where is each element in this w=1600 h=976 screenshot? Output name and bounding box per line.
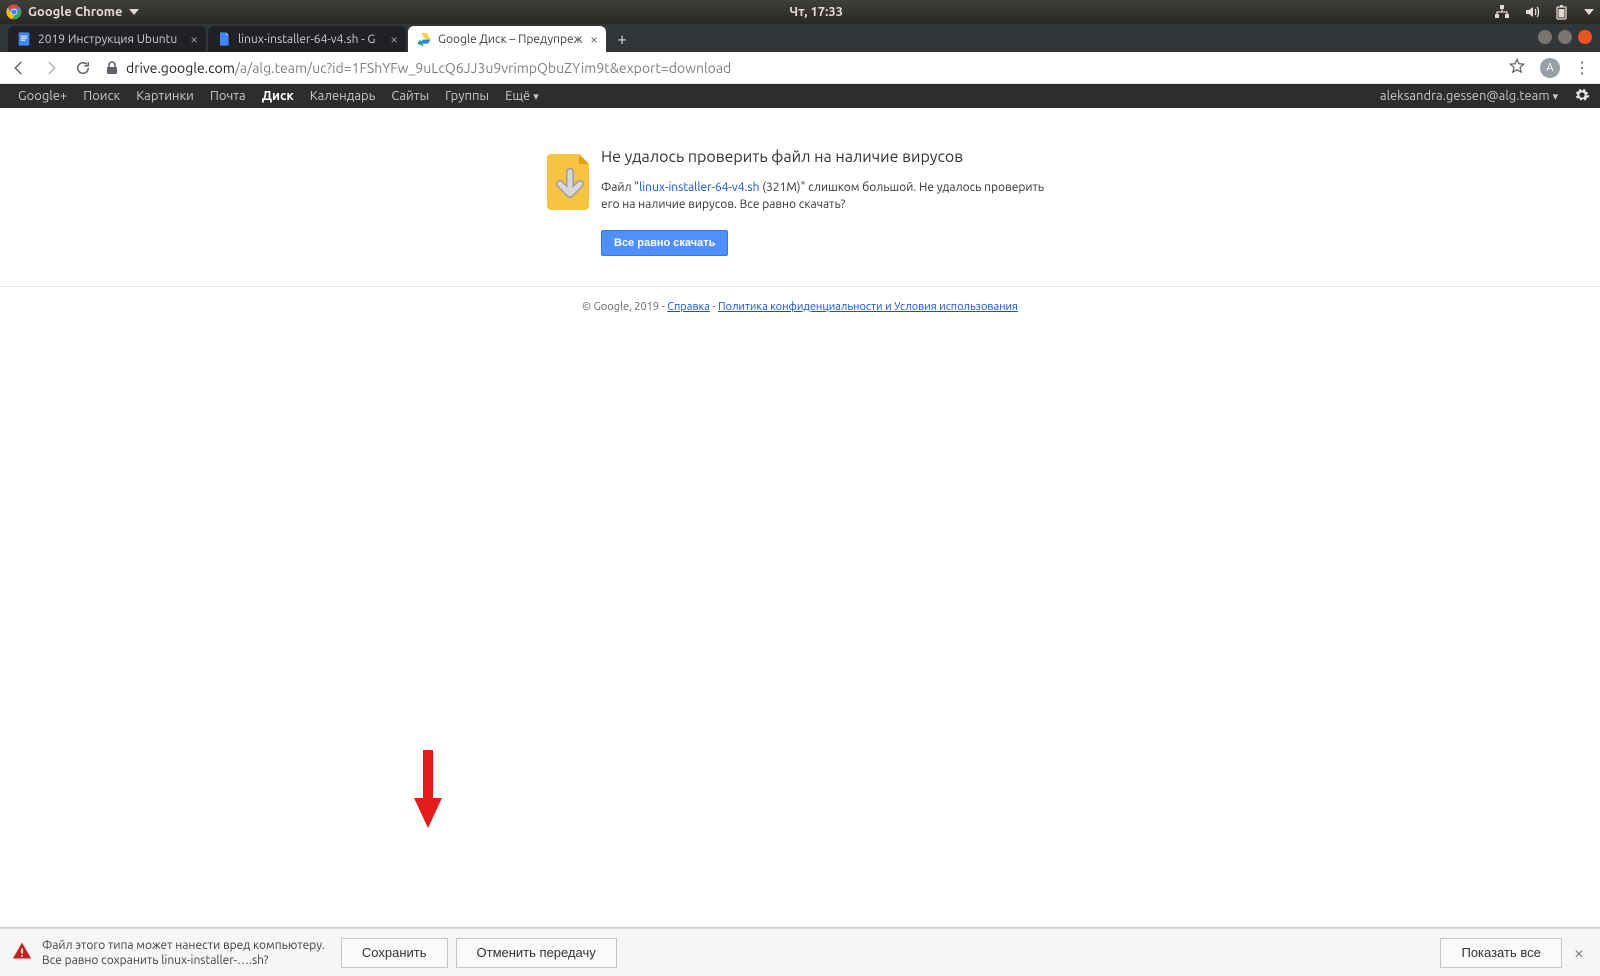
url-text: drive.google.com/a/alg.team/uc?id=1FShYF… [126, 60, 731, 76]
active-app-menu[interactable]: Google Chrome [6, 4, 139, 20]
address-bar[interactable]: drive.google.com/a/alg.team/uc?id=1FShYF… [106, 60, 1494, 76]
file-icon [216, 31, 232, 47]
window-maximize[interactable] [1558, 30, 1572, 44]
cancel-download-button[interactable]: Отменить передачу [456, 938, 617, 968]
close-icon[interactable]: × [590, 31, 598, 47]
bookmark-star-button[interactable] [1508, 57, 1526, 78]
ubuntu-top-bar: Google Chrome Чт, 17:33 [0, 0, 1600, 24]
back-button[interactable] [10, 59, 28, 77]
gbar-settings-gear[interactable] [1566, 87, 1590, 106]
tab-file[interactable]: linux-installer-64-v4.sh - G × [208, 26, 406, 52]
gbar-link-mail[interactable]: Почта [202, 84, 254, 108]
danger-icon [12, 941, 32, 964]
download-anyway-button[interactable]: Все равно скачать [601, 230, 728, 256]
download-shelf: Файл этого типа может нанести вред компь… [0, 928, 1600, 976]
tab-docs[interactable]: 2019 Инструкция Ubuntu × [8, 26, 206, 52]
close-icon[interactable]: × [390, 31, 398, 47]
chrome-tab-strip: 2019 Инструкция Ubuntu × linux-installer… [0, 24, 1600, 52]
network-icon[interactable] [1494, 4, 1510, 20]
close-icon[interactable]: × [190, 31, 198, 47]
tab-drive[interactable]: Google Диск – Предупреж × [408, 26, 606, 52]
new-tab-button[interactable]: + [608, 26, 636, 52]
virus-scan-message: Файл "linux-installer-64-v4.sh (321M)" с… [601, 180, 1055, 214]
page-footer: © Google, 2019 - Справка - Политика конф… [0, 286, 1600, 313]
chrome-menu-button[interactable]: ⋮ [1574, 58, 1590, 77]
system-menu-chevron-icon[interactable] [1584, 9, 1594, 15]
tab-title: linux-installer-64-v4.sh - G [238, 33, 384, 46]
google-drive-icon [416, 31, 432, 47]
gbar-link-calendar[interactable]: Календарь [302, 84, 384, 108]
chevron-down-icon [129, 9, 139, 15]
lock-icon [106, 61, 118, 75]
ubuntu-clock[interactable]: Чт, 17:33 [139, 5, 1495, 19]
download-warning-text: Файл этого типа может нанести вред компь… [42, 938, 325, 968]
footer-help-link[interactable]: Справка [667, 301, 710, 313]
gbar-link-more[interactable]: Ещё ▾ [497, 84, 547, 109]
page-content: Не удалось проверить файл на наличие вир… [0, 108, 1600, 928]
volume-icon[interactable] [1524, 4, 1540, 20]
footer-privacy-link[interactable]: Политика конфиденциальности и Условия ис… [718, 301, 1018, 313]
tab-title: 2019 Инструкция Ubuntu [38, 33, 184, 46]
battery-icon[interactable] [1554, 4, 1570, 20]
gbar-link-drive[interactable]: Диск [254, 84, 302, 108]
gbar-user-menu[interactable]: aleksandra.gessen@alg.team ▾ [1372, 84, 1566, 109]
close-shelf-button[interactable]: × [1570, 943, 1588, 963]
tab-title: Google Диск – Предупреж [438, 33, 584, 46]
google-docs-icon [16, 31, 32, 47]
download-warning-icon [545, 148, 601, 256]
window-close[interactable] [1578, 30, 1592, 44]
reload-button[interactable] [74, 59, 92, 77]
forward-button[interactable] [42, 59, 60, 77]
gbar-link-googleplus[interactable]: Google+ [10, 84, 75, 108]
file-name-link[interactable]: linux-installer-64-v4.sh [639, 181, 759, 194]
gbar-link-groups[interactable]: Группы [437, 84, 497, 108]
active-app-name: Google Chrome [28, 5, 123, 19]
google-bar: Google+ Поиск Картинки Почта Диск Календ… [0, 84, 1600, 108]
chrome-icon [6, 4, 22, 20]
window-controls [1538, 30, 1592, 44]
gbar-link-images[interactable]: Картинки [128, 84, 202, 108]
save-button[interactable]: Сохранить [341, 938, 448, 968]
gbar-link-sites[interactable]: Сайты [383, 84, 437, 108]
profile-avatar[interactable]: A [1540, 58, 1560, 78]
window-minimize[interactable] [1538, 30, 1552, 44]
virus-scan-heading: Не удалось проверить файл на наличие вир… [601, 148, 1055, 166]
show-all-downloads-button[interactable]: Показать все [1440, 938, 1561, 968]
chrome-toolbar: drive.google.com/a/alg.team/uc?id=1FShYF… [0, 52, 1600, 84]
gbar-link-search[interactable]: Поиск [75, 84, 128, 108]
